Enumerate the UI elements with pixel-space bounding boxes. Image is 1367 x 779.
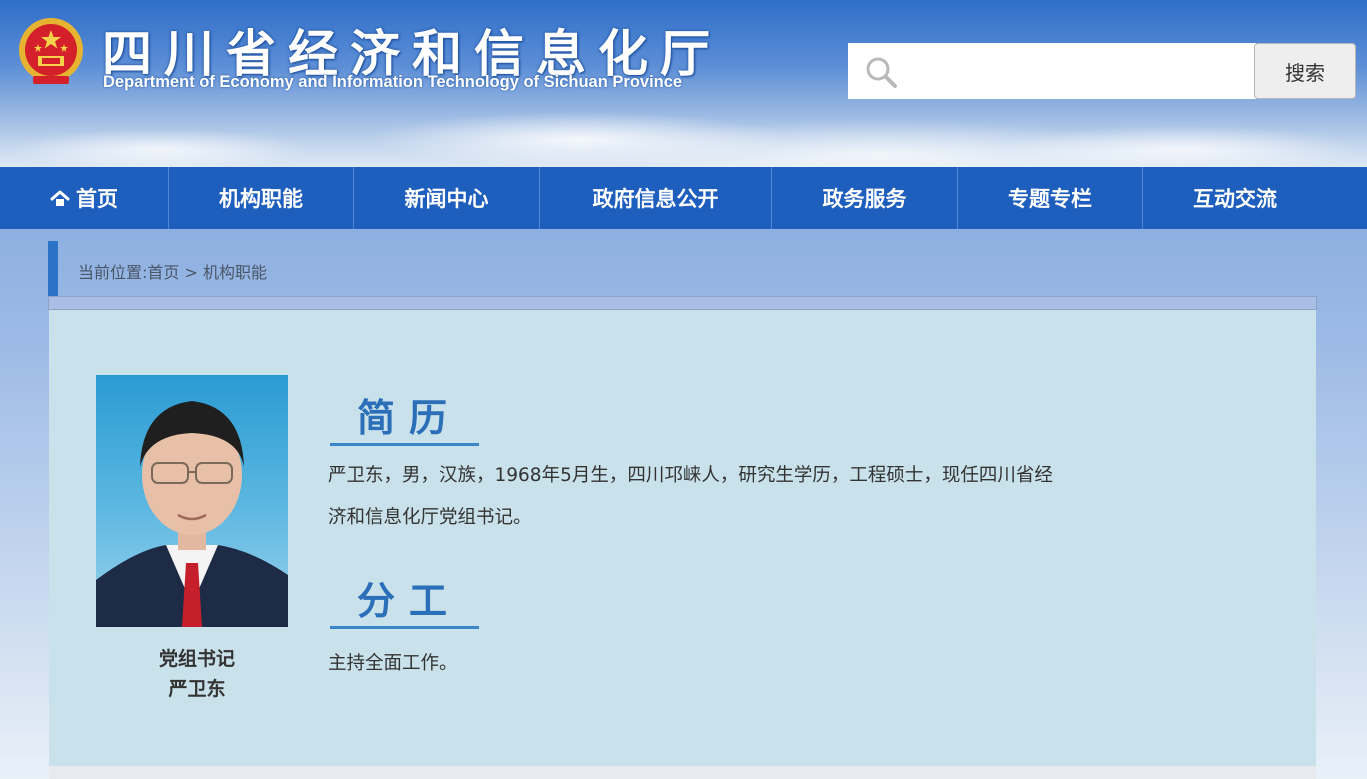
national-emblem-icon	[19, 18, 83, 84]
profile-name: 严卫东	[168, 678, 226, 700]
nav-item-label: 专题专栏	[1008, 187, 1092, 211]
panel-footer	[49, 766, 1316, 779]
divider	[48, 296, 1317, 310]
nav-item-label: 互动交流	[1193, 187, 1277, 211]
breadcrumb-current[interactable]: 机构职能	[203, 263, 267, 282]
nav-item-news[interactable]: 新闻中心	[354, 167, 540, 229]
nav-item-label: 首页	[76, 187, 118, 211]
duty-rule	[330, 626, 479, 629]
duty-heading: 分工	[357, 579, 462, 623]
nav-item-label: 政务服务	[822, 187, 907, 211]
resume-text-line2: 济和信息化厅党组书记。	[328, 507, 532, 528]
nav-item-label: 机构职能	[219, 187, 303, 211]
main-nav: 首页 机构职能 新闻中心 政府信息公开 政务服务 专题专栏 互动交流	[0, 167, 1367, 229]
search-button[interactable]: 搜索	[1254, 43, 1356, 99]
nav-item-home[interactable]: 首页	[0, 167, 169, 229]
home-icon	[50, 190, 70, 206]
site-subtitle: Department of Economy and Information Te…	[103, 73, 683, 91]
nav-item-label: 政府信息公开	[592, 187, 719, 211]
breadcrumb-prefix: 当前位置:	[78, 263, 148, 282]
nav-item-topics[interactable]: 专题专栏	[958, 167, 1143, 229]
nav-item-organization[interactable]: 机构职能	[169, 167, 354, 229]
search-input[interactable]	[905, 50, 1245, 92]
search-icon	[866, 57, 897, 88]
breadcrumb-bar: 当前位置:首页 > 机构职能	[48, 241, 1317, 297]
portrait-image	[96, 401, 288, 627]
portrait-photo	[96, 375, 288, 627]
profile-position: 党组书记	[158, 648, 235, 670]
nav-item-label: 新闻中心	[404, 187, 489, 211]
breadcrumb-home-link[interactable]: 首页	[147, 263, 179, 282]
nav-item-gov-info[interactable]: 政府信息公开	[540, 167, 772, 229]
nav-item-interaction[interactable]: 互动交流	[1143, 167, 1327, 229]
duty-text: 主持全面工作。	[328, 653, 458, 674]
breadcrumb-separator: >	[179, 263, 203, 282]
nav-item-services[interactable]: 政务服务	[772, 167, 958, 229]
resume-text-line1: 严卫东，男，汉族，1968年5月生，四川邛崃人，研究生学历，工程硕士，现任四川省…	[328, 465, 1053, 486]
resume-rule	[330, 443, 479, 446]
breadcrumb: 当前位置:首页 > 机构职能	[78, 259, 267, 283]
breadcrumb-accent	[48, 241, 58, 297]
resume-heading: 简历	[357, 396, 462, 440]
